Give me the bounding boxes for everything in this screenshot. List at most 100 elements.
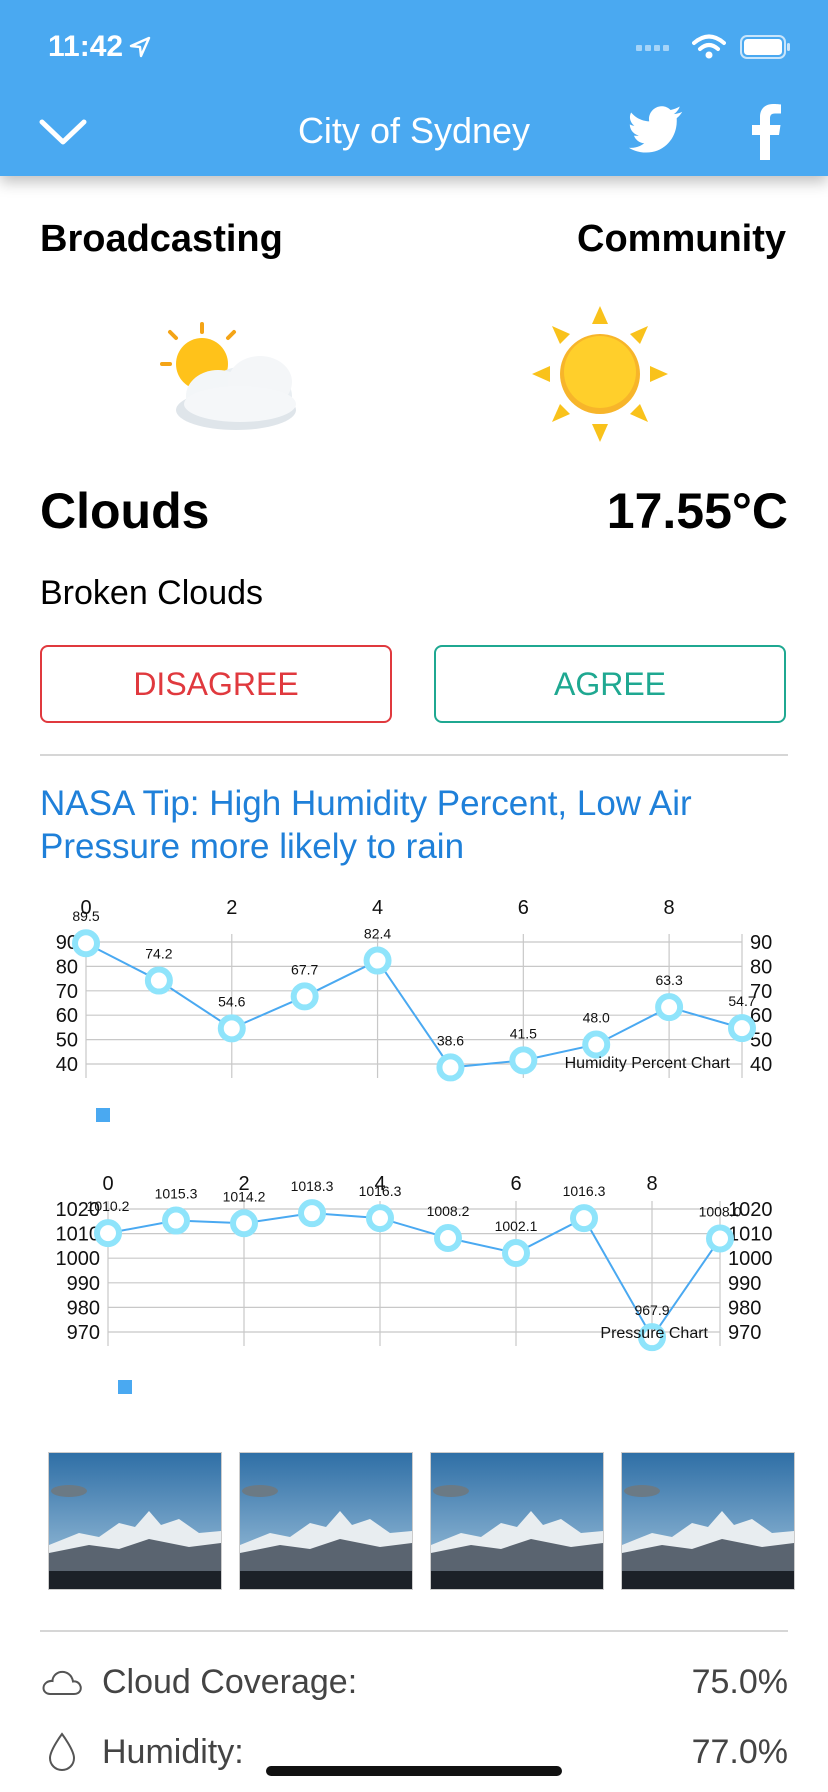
temperature-label: 17.55°C (606, 483, 788, 539)
y-tick-label-left: 1010 (56, 1224, 101, 1246)
agree-button[interactable]: AGREE (434, 645, 786, 723)
data-label: 1002.1 (495, 1218, 538, 1234)
battery-icon (740, 35, 790, 59)
data-label: 63.3 (655, 972, 682, 988)
mountain-photo[interactable] (239, 1452, 413, 1590)
divider (40, 1630, 788, 1632)
facebook-icon[interactable] (744, 102, 784, 160)
data-point (434, 1224, 462, 1253)
data-point (217, 1014, 246, 1043)
y-tick-label-left: 40 (56, 1054, 78, 1076)
status-time: 11:42 (48, 30, 151, 64)
sun-behind-cloud-icon (156, 318, 306, 462)
data-point (366, 1204, 394, 1233)
condition-label: Clouds (40, 483, 210, 539)
data-point (72, 929, 100, 958)
data-point (290, 982, 319, 1011)
community-heading: Community (577, 218, 786, 260)
data-label: 1010.2 (87, 1198, 130, 1214)
y-tick-label-left: 1000 (56, 1248, 101, 1270)
navigation-bar: 11:42 City of Sydney (0, 0, 828, 176)
data-label: 1015.3 (155, 1186, 198, 1202)
data-label: 54.7 (728, 993, 755, 1009)
data-label: 1008.0 (699, 1204, 742, 1220)
data-label: 1016.3 (563, 1183, 606, 1199)
data-label: 1018.3 (291, 1178, 334, 1194)
data-label: 89.5 (72, 908, 99, 924)
data-label: 967.9 (634, 1302, 669, 1318)
chart-description: Pressure Chart (600, 1325, 708, 1342)
data-label: 1016.3 (359, 1183, 402, 1199)
y-tick-label-right: 1000 (728, 1248, 773, 1270)
status-indicators (636, 34, 792, 60)
data-point (706, 1224, 734, 1253)
disagree-button[interactable]: DISAGREE (40, 645, 392, 723)
page-title: City of Sydney (297, 110, 531, 151)
pressure-chart: 1020 10201010 10101000 1000990 990980 980970 9… (56, 1173, 773, 1394)
y-tick-label-left: 60 (56, 1005, 78, 1027)
y-tick-label-left: 70 (56, 981, 78, 1003)
cloud-icon (40, 1660, 84, 1704)
y-tick-label-left: 980 (67, 1297, 100, 1319)
x-tick-label: 0 (102, 1173, 113, 1195)
y-tick-label-right: 90 (750, 932, 772, 954)
data-point (582, 1030, 611, 1059)
twitter-icon[interactable] (628, 106, 684, 154)
humidity-chart: 90 9080 8070 7060 6050 5040 400 2 4 6 889.574.254.… (56, 897, 772, 1122)
data-point (363, 946, 392, 975)
y-tick-label-left: 990 (67, 1273, 100, 1295)
data-point (509, 1046, 538, 1075)
data-point (570, 1204, 598, 1233)
y-tick-label-right: 40 (750, 1054, 772, 1076)
x-tick-label: 8 (664, 897, 675, 919)
divider (40, 754, 788, 756)
data-point (655, 993, 684, 1022)
data-point (144, 966, 173, 995)
data-point (94, 1219, 122, 1248)
y-tick-label-left: 80 (56, 956, 78, 978)
humidity-value: 77.0% (691, 1732, 788, 1771)
legend-swatch (96, 1108, 110, 1122)
y-tick-label-left: 50 (56, 1030, 78, 1052)
data-label: 54.6 (218, 993, 245, 1009)
chart-description: Humidity Percent Chart (565, 1055, 731, 1072)
x-tick-label: 8 (646, 1173, 657, 1195)
x-tick-label: 6 (510, 1173, 521, 1195)
y-tick-label-right: 990 (728, 1273, 761, 1295)
data-label: 67.7 (291, 961, 318, 977)
mountain-photo[interactable] (48, 1452, 222, 1590)
data-label: 41.5 (510, 1025, 537, 1041)
cloud-coverage-row: Cloud Coverage: 75.0% (40, 1654, 788, 1710)
mountain-photo[interactable] (621, 1452, 795, 1590)
data-point (230, 1209, 258, 1238)
data-label: 1014.2 (223, 1188, 266, 1204)
status-time-text: 11:42 (48, 30, 124, 63)
data-point (162, 1206, 190, 1235)
data-label: 48.0 (583, 1009, 610, 1025)
x-tick-label: 6 (518, 897, 529, 919)
series-line (85, 942, 743, 1069)
cloud-coverage-label: Cloud Coverage: (102, 1662, 358, 1701)
cloud-coverage-value: 75.0% (691, 1662, 788, 1701)
data-point (728, 1014, 756, 1043)
y-tick-label-right: 970 (728, 1322, 761, 1344)
photo-strip (48, 1452, 795, 1590)
data-point (502, 1239, 530, 1268)
data-label: 38.6 (437, 1032, 464, 1048)
x-tick-label: 2 (226, 897, 237, 919)
wifi-icon (692, 34, 726, 59)
droplet-icon (40, 1730, 84, 1774)
data-label: 74.2 (145, 946, 172, 962)
series-line (107, 1212, 721, 1340)
legend-swatch (118, 1380, 132, 1394)
nasa-tip[interactable]: NASA Tip: High Humidity Percent, Low Air… (40, 782, 780, 868)
home-indicator[interactable] (266, 1766, 562, 1776)
condition-description: Broken Clouds (40, 574, 264, 612)
y-tick-label-right: 80 (750, 956, 772, 978)
data-point (298, 1199, 326, 1228)
mountain-photo[interactable] (430, 1452, 604, 1590)
data-label: 82.4 (364, 926, 391, 942)
x-tick-label: 4 (372, 897, 383, 919)
sun-icon (530, 304, 670, 449)
y-tick-label-right: 1010 (728, 1224, 773, 1246)
